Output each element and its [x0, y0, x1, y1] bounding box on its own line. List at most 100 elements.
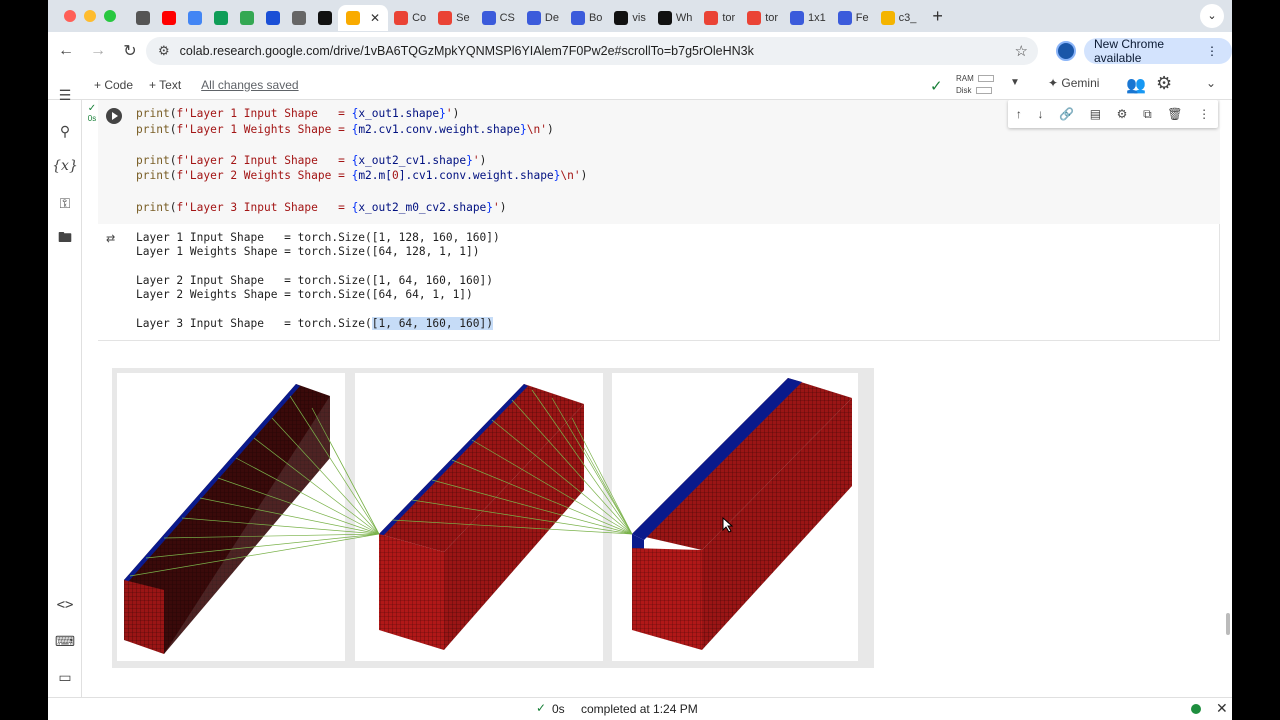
browser-tab[interactable]: tor	[698, 5, 741, 31]
settings-gear-icon[interactable]: ⚙	[1156, 73, 1172, 94]
cell-output: Layer 1 Input Shape = torch.Size([1, 128…	[136, 231, 500, 331]
left-rail: ☰ ⚲ {x} ⚿ 🖿 <> ⌨ ▭	[48, 87, 82, 697]
tensor-block-1	[124, 384, 330, 654]
terminal-icon[interactable]: ▭	[54, 666, 76, 688]
link-icon[interactable]: 🔗	[1059, 107, 1074, 121]
secrets-key-icon[interactable]: ⚿	[54, 192, 76, 214]
browser-tab[interactable]	[130, 5, 156, 31]
tensor-visualization	[112, 368, 874, 668]
update-label: New Chrome available	[1094, 37, 1165, 65]
tab-label: c3_	[898, 12, 917, 24]
github-icon	[614, 11, 629, 25]
browser-tab[interactable]: CS	[476, 5, 521, 31]
profile-avatar[interactable]	[1056, 41, 1076, 61]
arxiv-icon	[837, 11, 852, 25]
browser-tab[interactable]: Co	[388, 5, 432, 31]
browser-tab[interactable]: vis	[608, 5, 651, 31]
cell-more-icon[interactable]: ⋮	[1198, 107, 1210, 121]
tab-search-button[interactable]: ⌄	[1200, 4, 1224, 28]
browser-tab[interactable]: De	[521, 5, 565, 31]
mirror-cell-icon[interactable]: ⧉	[1143, 107, 1152, 122]
arxiv-icon	[526, 11, 541, 25]
new-tab-button[interactable]: +	[932, 6, 943, 27]
command-palette-icon[interactable]: ⌨	[54, 630, 76, 652]
dropbox-icon	[266, 11, 280, 25]
minimize-window-button[interactable]	[84, 10, 96, 22]
tab-label: Se	[456, 12, 470, 24]
selected-output-text: [1, 64, 160, 160])	[371, 316, 493, 330]
browser-tab[interactable]: Wh	[652, 5, 699, 31]
browser-toolbar: ← → ↻ ⚙ colab.research.google.com/drive/…	[48, 32, 1232, 70]
github-icon	[318, 11, 332, 25]
run-cell-button[interactable]	[106, 108, 122, 124]
browser-tab[interactable]: ✕	[338, 5, 389, 31]
status-time: 0s	[552, 702, 565, 716]
close-window-button[interactable]	[64, 10, 76, 22]
code-text: print(f'Layer 1 Input Shape = {x_out1.sh…	[136, 107, 588, 214]
browser-tab[interactable]	[312, 5, 338, 31]
browser-tab[interactable]	[182, 5, 208, 31]
more-menu-icon[interactable]: ⋮	[1206, 44, 1218, 58]
save-status-link[interactable]: All changes saved	[201, 78, 298, 92]
youtube-icon	[162, 11, 176, 25]
variables-icon[interactable]: {x}	[52, 155, 78, 177]
bookmark-star-icon[interactable]: ☆	[1015, 42, 1028, 60]
close-tab-icon[interactable]: ✕	[370, 11, 380, 25]
search-icon[interactable]: ⚲	[54, 120, 76, 142]
forward-button[interactable]: →	[84, 37, 112, 65]
delete-icon[interactable]: 🗑	[1167, 107, 1182, 121]
browser-tab[interactable]	[260, 5, 286, 31]
zoom-window-button[interactable]	[104, 10, 116, 22]
tensor-block-3	[632, 378, 852, 650]
tab-list: ✕ Co Se CS De Bo vis Wh tor tor 1x1 Fe c3_	[130, 1, 922, 31]
add-code-button[interactable]: + Code	[94, 78, 133, 92]
add-text-button[interactable]: + Text	[149, 78, 181, 92]
colab-icon	[346, 11, 360, 25]
pytorch-icon	[438, 11, 453, 25]
browser-tab[interactable]	[234, 5, 260, 31]
site-info-icon[interactable]: ⚙	[158, 43, 170, 59]
scrollbar-thumb[interactable]	[1226, 613, 1230, 635]
tab-label: Bo	[588, 12, 603, 24]
drive-icon	[240, 11, 254, 25]
tab-label: tor	[722, 12, 736, 24]
pytorch-icon	[394, 11, 409, 25]
reload-button[interactable]: ↻	[116, 37, 144, 65]
sheets-icon	[214, 11, 228, 25]
table-of-contents-icon[interactable]: ☰	[54, 84, 76, 106]
update-chrome-button[interactable]: New Chrome available ⋮	[1084, 37, 1232, 65]
run-status: ✓ 0s	[87, 103, 97, 124]
globe-icon	[292, 11, 306, 25]
address-bar[interactable]: ⚙ colab.research.google.com/drive/1vBA6T…	[146, 37, 1038, 65]
share-icon[interactable]: 👥	[1126, 75, 1146, 95]
code-snippets-icon[interactable]: <>	[54, 594, 76, 616]
move-down-icon[interactable]: ↓	[1037, 107, 1043, 121]
comment-icon[interactable]: ▤	[1090, 107, 1101, 121]
browser-tab[interactable]: c3_	[875, 5, 923, 31]
browser-tab[interactable]: Bo	[565, 5, 608, 31]
browser-tab[interactable]	[286, 5, 312, 31]
tab-label: De	[544, 12, 559, 24]
gemini-button[interactable]: ✦ Gemini	[1048, 76, 1099, 90]
collapse-header-icon[interactable]: ⌄	[1206, 76, 1216, 90]
files-folder-icon[interactable]: 🖿	[54, 228, 76, 250]
cell-settings-icon[interactable]: ⚙	[1117, 107, 1128, 121]
browser-tab[interactable]: tor	[741, 5, 784, 31]
tab-strip: ✕ Co Se CS De Bo vis Wh tor tor 1x1 Fe c3_ + ⌄	[48, 0, 1232, 32]
output-actions-icon[interactable]: ⇄	[106, 232, 115, 245]
browser-tab[interactable]: Fe	[832, 5, 875, 31]
tab-label: vis	[632, 12, 646, 24]
browser-tab[interactable]	[208, 5, 234, 31]
output-line: Layer 2 Input Shape = torch.Size([1, 64,…	[136, 273, 493, 287]
move-up-icon[interactable]: ↑	[1016, 107, 1022, 121]
resource-monitor[interactable]: RAM Disk	[956, 73, 994, 97]
gemini-label: Gemini	[1061, 76, 1100, 90]
notebook-content: print(f'Layer 1 Input Shape = {x_out1.sh…	[82, 100, 1232, 697]
browser-tab[interactable]: 1x1	[784, 5, 832, 31]
close-status-icon[interactable]: ✕	[1216, 700, 1228, 717]
browser-tab[interactable]: Se	[432, 5, 475, 31]
back-button[interactable]: ←	[52, 37, 80, 65]
code-cell[interactable]: print(f'Layer 1 Input Shape = {x_out1.sh…	[88, 100, 1220, 341]
browser-tab[interactable]	[156, 5, 182, 31]
runtime-dropdown-icon[interactable]: ▼	[1010, 77, 1020, 88]
